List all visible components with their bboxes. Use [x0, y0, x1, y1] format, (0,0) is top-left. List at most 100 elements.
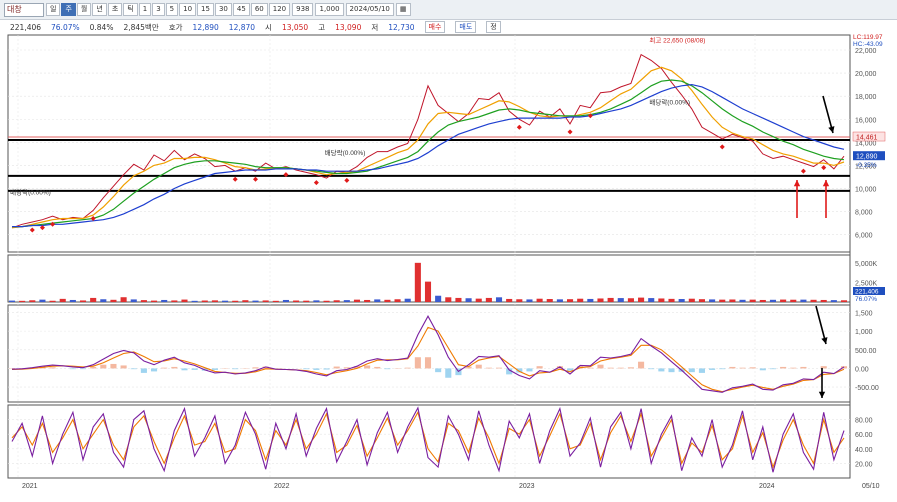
macd-hist-bar — [709, 368, 716, 370]
volume-bar — [242, 300, 249, 302]
macd-hist-bar — [648, 368, 655, 370]
macd-hist-bar — [404, 367, 411, 369]
price-tick-label: 16,000 — [855, 117, 877, 124]
macd-hist-bar — [688, 368, 695, 373]
price-tick-label: 20,000 — [855, 71, 877, 78]
volume-bar — [729, 299, 736, 302]
macd-hist-bar — [759, 368, 766, 371]
stoch-tick-label: 20.00 — [855, 461, 873, 468]
volume-bar — [607, 297, 614, 302]
volume-bar — [79, 300, 87, 302]
macd-hist-bar — [303, 368, 310, 370]
signal-marker — [800, 168, 806, 174]
volume-bar — [526, 299, 533, 302]
macd-hist-bar — [364, 365, 371, 369]
volume-bar — [617, 298, 624, 302]
volume-bar — [465, 298, 472, 302]
volume-bar — [688, 298, 695, 302]
volume-bar — [759, 299, 766, 302]
last-change-label: -0.35% — [856, 162, 877, 169]
volume-bar — [140, 300, 147, 302]
macd-hist-bar — [607, 367, 614, 369]
volume-bar — [303, 300, 310, 302]
macd-hist-bar — [769, 368, 777, 370]
volume-bar — [577, 298, 584, 302]
macd-hist-bar — [668, 368, 675, 373]
volume-bar — [404, 298, 411, 302]
signal-marker — [567, 129, 573, 135]
stock-chart-svg: 6,0008,00010,00012,00014,00016,00018,000… — [7, 34, 886, 490]
signal-marker — [344, 177, 350, 183]
macd-hist-bar — [739, 367, 746, 369]
x-tick-label: 2023 — [519, 483, 535, 490]
volume-bar — [293, 300, 300, 302]
volume-bar — [201, 300, 208, 302]
volume-bar — [39, 299, 46, 302]
volume-bar — [333, 300, 340, 302]
volume-bar — [100, 299, 107, 302]
price-annotation: 배당락(0.00%) — [649, 97, 690, 106]
signal-marker — [253, 176, 259, 182]
volume-bar — [8, 300, 16, 302]
last-volume-label: 221,406 — [855, 289, 879, 296]
volume-bar — [627, 298, 634, 302]
x-tick-label: 2021 — [22, 483, 38, 490]
x-tick-label: 2022 — [274, 483, 290, 490]
macd-hist-bar — [790, 367, 797, 369]
macd-hist-bar — [79, 368, 87, 370]
macd-tick-label: 500.00 — [855, 348, 877, 355]
volume-bar — [495, 297, 503, 302]
volume-bar — [171, 300, 178, 302]
signal-marker — [232, 176, 238, 182]
volume-bar — [516, 299, 523, 302]
volume-bar — [353, 299, 361, 302]
arrow-down-macd-head — [821, 337, 828, 344]
price-tick-label: 22,000 — [855, 48, 877, 55]
macd-tick-label: 1,500 — [855, 310, 873, 317]
resistance-label: 14,461 — [856, 135, 878, 142]
volume-bar — [546, 299, 553, 302]
macd-hist-bar — [567, 368, 574, 371]
signal-marker — [313, 180, 319, 186]
volume-bar — [678, 299, 685, 302]
macd-hist-bar — [495, 367, 503, 369]
volume-bar — [536, 298, 543, 302]
chart-window: 대창 일 주 월 년 초 틱 1 3 5 10 15 30 45 60 120 938 1,000 2024… — [0, 0, 897, 502]
volume-bar — [749, 299, 756, 302]
volume-bar — [638, 297, 645, 302]
volume-bar — [780, 299, 787, 302]
macd-hist-bar — [161, 367, 168, 369]
volume-bar — [414, 262, 421, 302]
volume-bar — [59, 298, 66, 302]
stoch-tick-label: 40.00 — [855, 447, 873, 454]
macd-hist-bar — [69, 368, 76, 370]
macd-hist-bar — [800, 366, 807, 369]
volume-bar — [384, 299, 391, 302]
stoch-tick-label: 60.00 — [855, 432, 873, 439]
volume-bar — [658, 298, 665, 302]
volume-bar — [840, 300, 848, 302]
signal-marker — [29, 227, 35, 233]
volume-bar — [830, 300, 837, 302]
volume-bar — [790, 299, 797, 302]
volume-bar — [739, 299, 746, 302]
macd-hist-bar — [140, 368, 147, 373]
volume-bar — [800, 299, 807, 302]
macd-hist-bar — [475, 364, 482, 369]
macd-hist-bar — [130, 368, 137, 370]
macd-hist-bar — [333, 366, 340, 369]
signal-marker — [821, 165, 827, 171]
macd-hist-bar — [323, 368, 330, 370]
macd-hist-bar — [191, 368, 198, 370]
last-price-label: 12,890 — [856, 154, 878, 161]
macd-tick-label: -500.00 — [855, 385, 879, 392]
macd-hist-bar — [424, 357, 432, 369]
stoch-tick-label: 80.00 — [855, 418, 873, 425]
volume-bar — [161, 299, 168, 302]
last-volume-ratio: 76.07% — [855, 296, 877, 303]
macd-hist-bar — [313, 368, 320, 370]
macd-hist-bar — [252, 367, 259, 369]
arrow-up-right-head — [822, 180, 830, 187]
volume-bar — [445, 297, 452, 302]
volume-bar — [587, 298, 594, 302]
